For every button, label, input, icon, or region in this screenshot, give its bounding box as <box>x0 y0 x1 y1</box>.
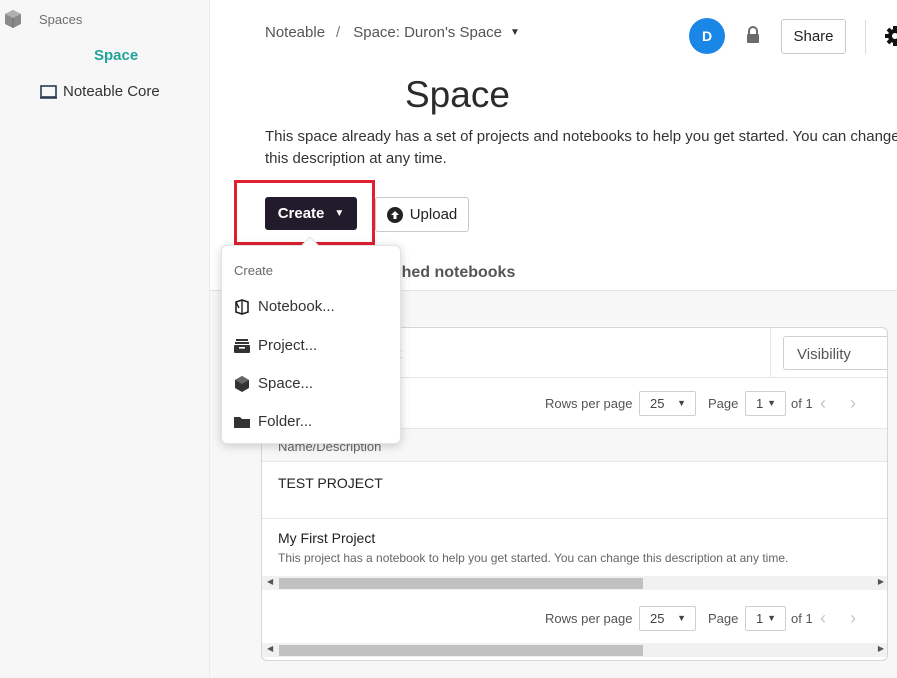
scroll-left-icon[interactable]: ◀ <box>267 577 273 586</box>
upload-button-label: Upload <box>409 206 458 223</box>
menu-item-notebook[interactable]: Notebook... <box>234 298 335 315</box>
menu-item-label: Project... <box>258 337 318 354</box>
breadcrumb-root[interactable]: Noteable <box>265 24 325 41</box>
chevron-down-icon[interactable]: ▼ <box>510 27 520 38</box>
sidebar-spaces-link[interactable]: Spaces <box>4 9 82 29</box>
menu-item-project[interactable]: Project... <box>234 337 317 354</box>
page-value: 1 <box>756 395 764 411</box>
scrollbar-thumb[interactable] <box>279 578 643 589</box>
sidebar: Spaces Space Noteable Core <box>0 0 210 678</box>
rows-per-page-value: 25 <box>650 395 665 411</box>
caret-down-icon: ▼ <box>767 398 776 408</box>
horizontal-scrollbar[interactable]: ◀ ▶ <box>262 576 887 590</box>
folder-icon <box>234 416 250 428</box>
lock-icon[interactable] <box>745 26 761 44</box>
page-title: Space <box>405 74 510 115</box>
caret-down-icon: ▼ <box>334 208 345 219</box>
page-select[interactable]: 1 ▼ <box>745 605 786 631</box>
menu-item-label: Folder... <box>258 413 313 430</box>
rows-per-page-label: Rows per page <box>545 610 633 626</box>
caret-down-icon: ▼ <box>767 613 776 623</box>
page-label: Page <box>708 610 739 626</box>
create-button-label: Create <box>277 205 325 222</box>
page-label: Page <box>708 395 739 411</box>
scrollbar-thumb[interactable] <box>279 645 643 656</box>
space-cube-icon <box>5 10 21 28</box>
upload-icon <box>386 206 403 223</box>
create-button[interactable]: Create ▼ <box>265 197 357 230</box>
table-row[interactable]: My First Project This project has a note… <box>262 519 887 576</box>
chevron-right-icon[interactable]: › <box>850 393 856 414</box>
rows-per-page-value: 25 <box>650 610 665 626</box>
chevron-left-icon[interactable]: ‹ <box>820 393 826 414</box>
menu-item-label: Notebook... <box>258 298 335 315</box>
book-icon <box>40 84 57 99</box>
scroll-right-icon[interactable]: ▶ <box>878 644 884 653</box>
chevron-right-icon[interactable]: › <box>850 608 856 629</box>
sidebar-space-name[interactable]: Space <box>94 47 138 64</box>
breadcrumb: Noteable / Space: Duron's Space ▼ <box>265 24 520 41</box>
breadcrumb-separator: / <box>336 24 341 41</box>
page-value: 1 <box>756 610 764 626</box>
caret-down-icon: ▼ <box>677 398 686 408</box>
pagination-bottom: Rows per page 25 ▼ Page 1 ▼ of 1 ‹ › <box>262 593 887 643</box>
space-description: This space already has a set of projects… <box>265 128 897 167</box>
header-divider <box>865 20 866 54</box>
upload-button[interactable]: Upload <box>375 197 469 232</box>
project-icon <box>234 338 250 353</box>
rows-per-page-label: Rows per page <box>545 395 633 411</box>
menu-item-label: Space... <box>258 375 314 392</box>
share-button[interactable]: Share <box>781 19 846 54</box>
table-row[interactable]: TEST PROJECT <box>262 462 887 519</box>
row-description: This project has a notebook to help you … <box>278 551 789 565</box>
visibility-select[interactable]: Visibility <box>783 336 887 370</box>
avatar[interactable]: D <box>689 18 725 54</box>
sidebar-spaces-label: Spaces <box>39 11 83 27</box>
row-name[interactable]: My First Project <box>278 530 375 546</box>
row-name[interactable]: TEST PROJECT <box>278 475 383 491</box>
space-cube-icon <box>235 375 249 392</box>
caret-down-icon: ▼ <box>677 613 686 623</box>
menu-item-folder[interactable]: Folder... <box>234 413 312 430</box>
filter-divider <box>770 328 771 378</box>
menu-title: Create <box>234 263 274 278</box>
breadcrumb-space[interactable]: Space: Duron's Space <box>353 24 502 41</box>
menu-item-space[interactable]: Space... <box>234 375 313 392</box>
page-select[interactable]: 1 ▼ <box>745 390 786 416</box>
scroll-left-icon[interactable]: ◀ <box>267 644 273 653</box>
sidebar-item-noteable-core[interactable]: Noteable Core <box>40 83 160 100</box>
scroll-right-icon[interactable]: ▶ <box>878 577 884 586</box>
horizontal-scrollbar[interactable]: ◀ ▶ <box>262 643 887 657</box>
gear-icon[interactable] <box>884 25 897 47</box>
create-dropdown-menu: Create Notebook... Project... Space... F… <box>221 236 401 444</box>
rows-per-page-select[interactable]: 25 ▼ <box>639 390 696 416</box>
page-of-label: of 1 <box>791 610 813 626</box>
chevron-left-icon[interactable]: ‹ <box>820 608 826 629</box>
page-of-label: of 1 <box>791 395 813 411</box>
sidebar-item-label: Noteable Core <box>63 83 160 100</box>
rows-per-page-select[interactable]: 25 ▼ <box>639 605 696 631</box>
notebook-icon <box>235 298 249 315</box>
